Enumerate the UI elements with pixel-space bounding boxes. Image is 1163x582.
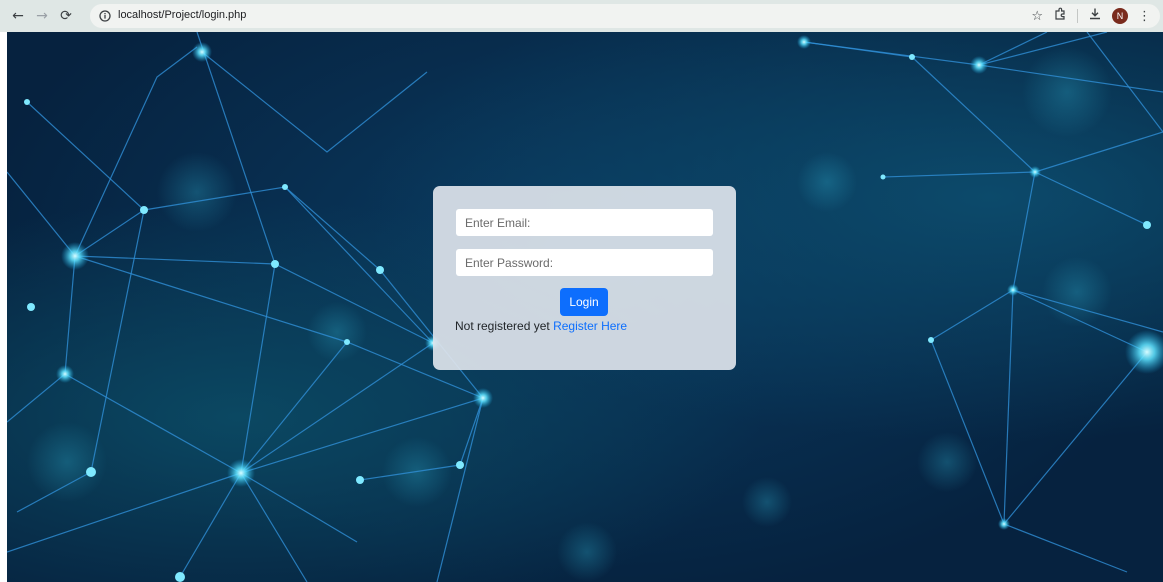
profile-avatar[interactable]: N — [1112, 8, 1128, 24]
password-input[interactable] — [456, 249, 713, 276]
bookmark-star-icon[interactable]: ☆ — [1031, 9, 1043, 24]
register-link[interactable]: Register Here — [553, 319, 627, 333]
forward-arrow-icon[interactable]: → — [30, 4, 54, 28]
window-edge — [0, 32, 7, 582]
site-info-icon[interactable] — [97, 8, 113, 24]
address-bar[interactable] — [90, 4, 1160, 28]
browser-toolbar: ← → ⟳ localhost/Project/login.php ☆ N ⋮ — [0, 0, 1163, 32]
login-button[interactable]: Login — [560, 288, 608, 316]
register-prompt-text: Not registered yet — [455, 319, 550, 333]
menu-kebab-icon[interactable]: ⋮ — [1138, 9, 1151, 24]
register-prompt-line: Not registered yet Register Here — [455, 319, 627, 333]
toolbar-divider — [1077, 9, 1078, 23]
back-arrow-icon[interactable]: ← — [6, 4, 30, 28]
reload-icon[interactable]: ⟳ — [54, 4, 78, 28]
extensions-icon[interactable] — [1053, 7, 1067, 25]
download-icon[interactable] — [1088, 7, 1102, 25]
email-input[interactable] — [456, 209, 713, 236]
login-form: Login Not registered yet Register Here — [433, 186, 736, 370]
browser-actions: ☆ N ⋮ — [1031, 4, 1151, 28]
url-text[interactable]: localhost/Project/login.php — [118, 9, 246, 21]
